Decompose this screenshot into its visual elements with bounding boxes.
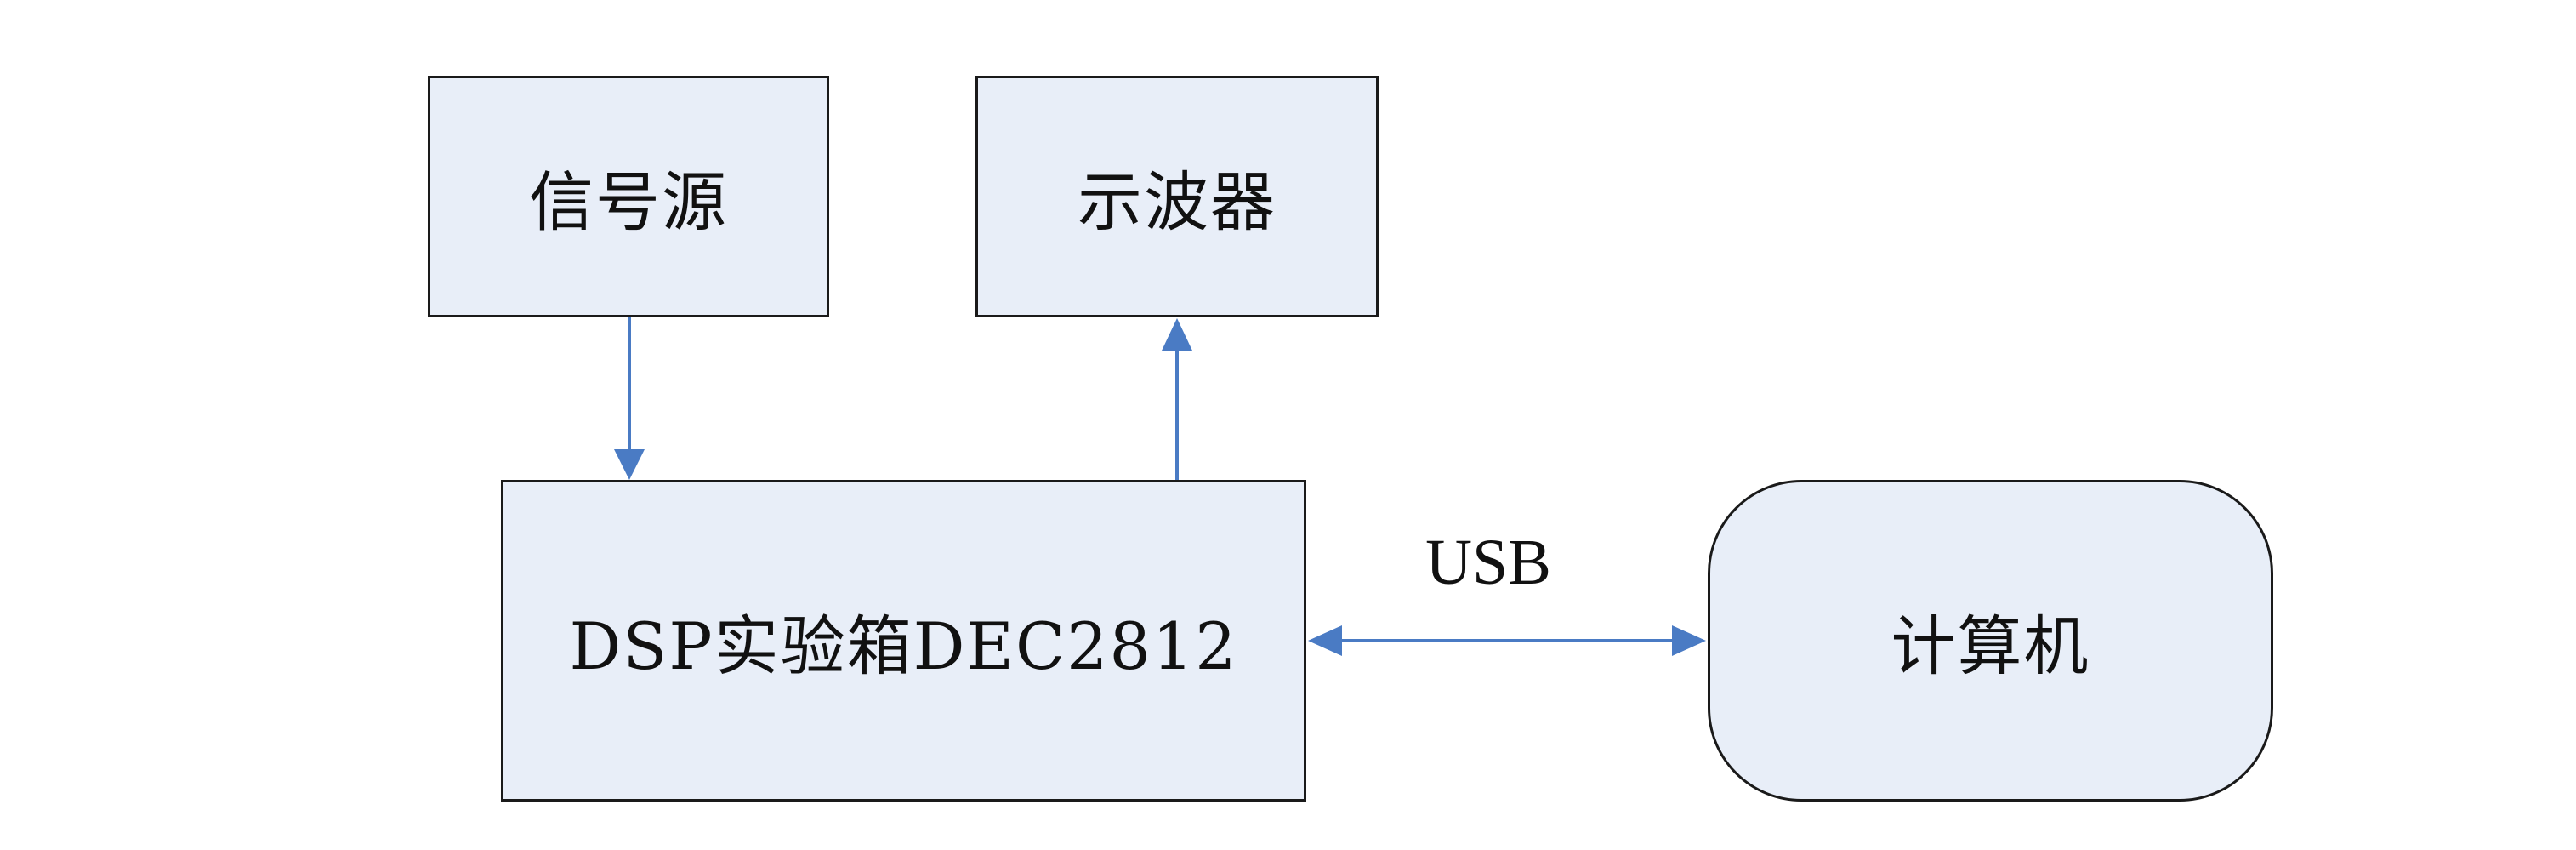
dsp-experiment-box: DSP实验箱DEC2812 xyxy=(501,480,1306,802)
dsp-box-label: DSP实验箱DEC2812 xyxy=(569,608,1238,684)
arrowhead-down-icon xyxy=(614,449,645,480)
arrowhead-up-icon xyxy=(1162,318,1192,351)
computer-box: 计算机 xyxy=(1708,480,2273,802)
usb-connection-label: USB xyxy=(1425,527,1551,598)
block-diagram: 信号源 示波器 DSP实验箱DEC2812 计算机 USB xyxy=(0,0,2576,850)
computer-label: 计算机 xyxy=(1891,608,2090,684)
arrowhead-left-icon xyxy=(1308,625,1342,656)
signal-source-box: 信号源 xyxy=(428,76,829,317)
arrowhead-right-icon xyxy=(1672,625,1706,656)
arrow-dsp-computer-bidirectional xyxy=(1308,625,1706,656)
signal-source-label: 信号源 xyxy=(529,164,728,240)
arrow-signal-to-dsp xyxy=(614,317,645,480)
oscilloscope-label: 示波器 xyxy=(1078,164,1277,240)
oscilloscope-box: 示波器 xyxy=(975,76,1379,317)
arrow-dsp-to-oscilloscope xyxy=(1162,318,1192,480)
